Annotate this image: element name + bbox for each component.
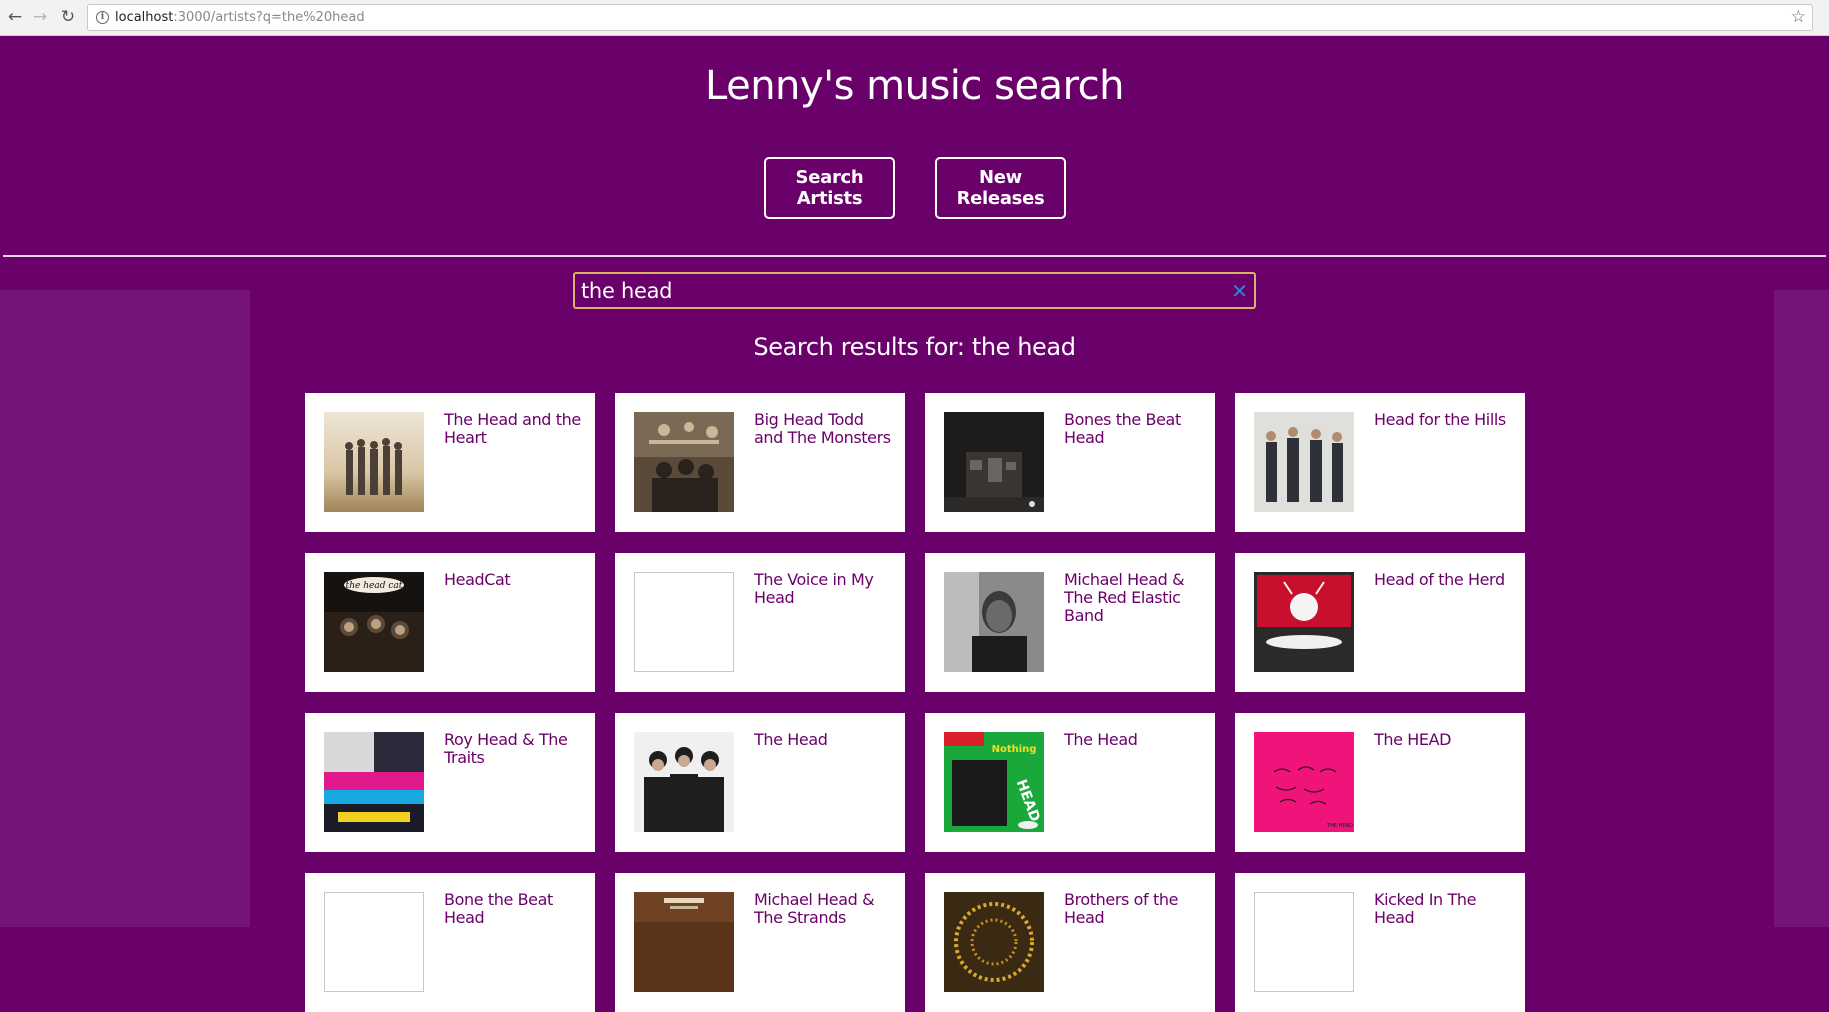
artist-thumbnail-placeholder <box>634 572 734 672</box>
artist-card[interactable]: The Head <box>615 713 905 852</box>
address-bar[interactable]: i localhost:3000/artists?q=the%20head ☆ <box>87 4 1813 31</box>
artist-name[interactable]: Roy Head & The Traits <box>444 731 584 767</box>
artist-name[interactable]: Michael Head & The Red Elastic Band <box>1064 571 1204 625</box>
artist-thumbnail-placeholder <box>1254 892 1354 992</box>
artist-thumbnail <box>944 892 1044 992</box>
artist-name[interactable]: HeadCat <box>444 571 584 589</box>
artist-card[interactable]: Michael Head & The Strands <box>615 873 905 1012</box>
left-side-panel <box>0 290 250 927</box>
svg-text:the head cat: the head cat <box>346 581 403 591</box>
artist-thumbnail <box>944 572 1044 672</box>
artist-name[interactable]: The Head and the Heart <box>444 411 584 447</box>
artist-card[interactable]: Bone the Beat Head <box>305 873 595 1012</box>
clear-search-icon[interactable]: ✕ <box>1231 277 1248 305</box>
artist-card[interactable]: Bones the Beat Head <box>925 393 1215 532</box>
browser-toolbar: ← → ↻ i localhost:3000/artists?q=the%20h… <box>0 0 1829 36</box>
artist-thumbnail <box>1254 412 1354 512</box>
artist-name[interactable]: Head for the Hills <box>1374 411 1514 429</box>
url-text: localhost:3000/artists?q=the%20head <box>115 9 365 26</box>
page-title: Lenny's music search <box>705 63 1124 109</box>
artist-card[interactable]: Michael Head & The Red Elastic Band <box>925 553 1215 692</box>
artist-thumbnail <box>944 412 1044 512</box>
search-box: ✕ <box>573 272 1256 309</box>
artist-name[interactable]: Brothers of the Head <box>1064 891 1204 927</box>
artist-thumbnail <box>634 412 734 512</box>
artist-card[interactable]: The Voice in My Head <box>615 553 905 692</box>
artist-name[interactable]: The Head <box>1064 731 1204 749</box>
artist-thumbnail <box>324 412 424 512</box>
artist-name[interactable]: Bones the Beat Head <box>1064 411 1204 447</box>
artist-thumbnail <box>324 732 424 832</box>
artist-name[interactable]: The Head <box>754 731 894 749</box>
bookmark-star-icon[interactable]: ☆ <box>1791 7 1806 27</box>
artist-thumbnail <box>1254 572 1354 672</box>
artist-card[interactable]: Nothing HEAD The Head <box>925 713 1215 852</box>
artist-card[interactable]: Big Head Todd and The Monsters <box>615 393 905 532</box>
main-nav: Search Artists New Releases <box>0 157 1829 219</box>
artist-name[interactable]: Big Head Todd and The Monsters <box>754 411 894 447</box>
artist-card[interactable]: Brothers of the Head <box>925 873 1215 1012</box>
search-input[interactable] <box>581 275 1221 306</box>
forward-arrow-icon[interactable]: → <box>29 6 51 28</box>
artist-card[interactable]: Roy Head & The Traits <box>305 713 595 852</box>
artist-card[interactable]: the head cat HeadCat <box>305 553 595 692</box>
artist-thumbnail-placeholder <box>324 892 424 992</box>
header-divider <box>3 255 1826 257</box>
new-releases-button[interactable]: New Releases <box>935 157 1066 219</box>
back-arrow-icon[interactable]: ← <box>4 6 26 28</box>
artist-name[interactable]: Michael Head & The Strands <box>754 891 894 927</box>
artist-card[interactable]: THE HEAD The HEAD <box>1235 713 1525 852</box>
artist-card[interactable]: Head for the Hills <box>1235 393 1525 532</box>
artist-name[interactable]: Bone the Beat Head <box>444 891 584 927</box>
url-host: localhost <box>115 10 174 25</box>
artist-thumbnail <box>634 892 734 992</box>
svg-text:Nothing: Nothing <box>992 744 1037 755</box>
artist-name[interactable]: Head of the Herd <box>1374 571 1514 589</box>
right-side-panel <box>1774 290 1829 927</box>
artist-card[interactable]: Head of the Herd <box>1235 553 1525 692</box>
artist-thumbnail <box>634 732 734 832</box>
artist-card[interactable]: The Head and the Heart <box>305 393 595 532</box>
artist-card[interactable]: Kicked In The Head <box>1235 873 1525 1012</box>
search-artists-button[interactable]: Search Artists <box>764 157 895 219</box>
results-heading: Search results for: the head <box>753 333 1076 361</box>
artist-name[interactable]: The Voice in My Head <box>754 571 894 607</box>
artist-thumbnail: THE HEAD <box>1254 732 1354 832</box>
artist-thumbnail: Nothing HEAD <box>944 732 1044 832</box>
artist-name[interactable]: Kicked In The Head <box>1374 891 1514 927</box>
info-icon[interactable]: i <box>96 11 109 24</box>
url-path: :3000/artists?q=the%20head <box>173 10 365 25</box>
reload-icon[interactable]: ↻ <box>57 6 79 28</box>
artist-name[interactable]: The HEAD <box>1374 731 1514 749</box>
svg-text:THE HEAD: THE HEAD <box>1326 823 1353 829</box>
artist-thumbnail: the head cat <box>324 572 424 672</box>
